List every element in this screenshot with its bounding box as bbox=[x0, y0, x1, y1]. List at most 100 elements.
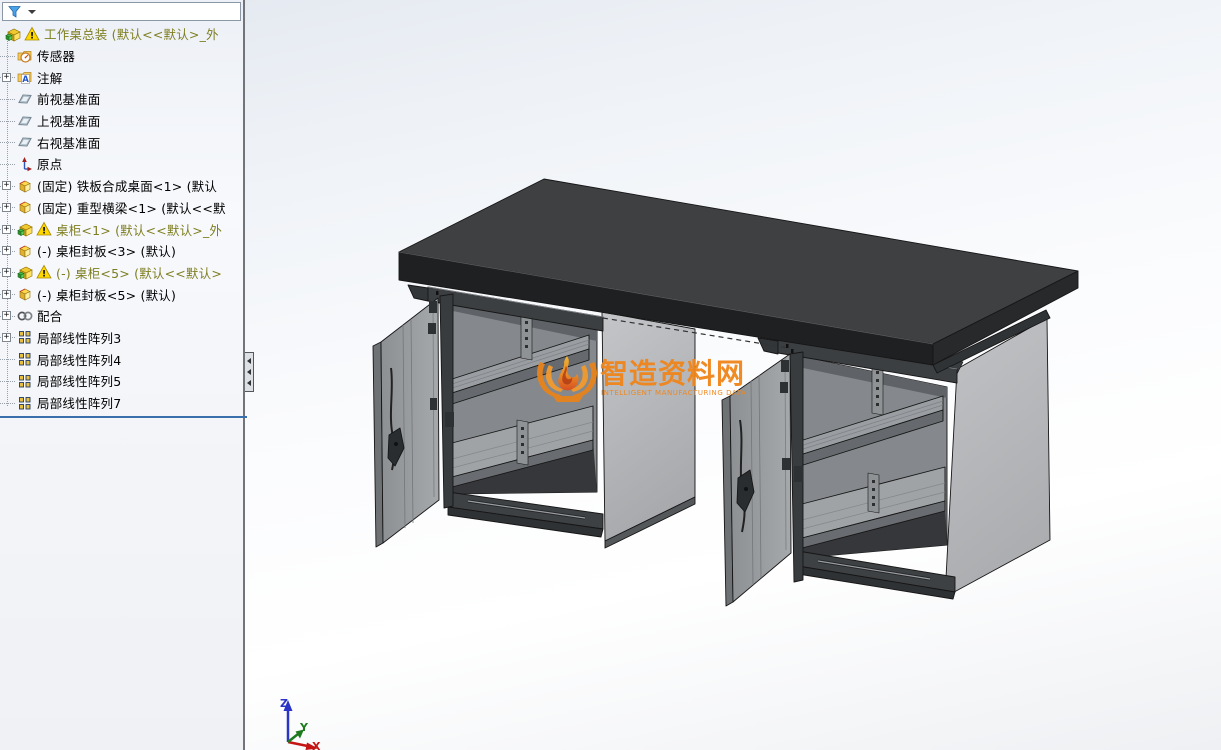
left-door-hinge-low bbox=[430, 398, 437, 410]
plane-icon bbox=[17, 134, 33, 150]
svg-text:!: ! bbox=[30, 31, 34, 41]
tree-item[interactable]: 局部线性阵列4 bbox=[0, 348, 243, 370]
tree-item[interactable]: 局部线性阵列5 bbox=[0, 370, 243, 392]
filter-funnel-icon bbox=[8, 5, 21, 18]
plane-icon bbox=[17, 113, 33, 129]
pattern-icon bbox=[17, 351, 33, 367]
tree-indent bbox=[2, 159, 11, 168]
origin-icon bbox=[17, 156, 33, 172]
tree-item-label: 配合 bbox=[37, 306, 62, 325]
tree-item-label: 前视基准面 bbox=[37, 89, 101, 108]
tree-indent bbox=[2, 116, 11, 125]
tree-item[interactable]: + (-) 桌柜封板<5> (默认) bbox=[0, 283, 243, 305]
tree-item[interactable]: + 局部线性阵列3 bbox=[0, 327, 243, 349]
left-door-hinge-mid bbox=[428, 323, 436, 334]
pattern-icon bbox=[17, 373, 33, 389]
collapse-arrow-icon bbox=[247, 358, 251, 364]
pattern-icon bbox=[17, 395, 33, 411]
tree-item[interactable]: + (固定) 铁板合成桌面<1> (默认 bbox=[0, 175, 243, 197]
tree-item-label: (固定) 铁板合成桌面<1> (默认 bbox=[37, 176, 217, 195]
expander-icon[interactable]: + bbox=[2, 268, 11, 277]
warning-icon: ! bbox=[36, 264, 52, 280]
tree-item-label: 工作桌总装 (默认<<默认>_外 bbox=[44, 24, 219, 43]
assembly-icon bbox=[5, 26, 21, 42]
tree-item-label: 传感器 bbox=[37, 46, 75, 65]
x-axis-label: X bbox=[312, 740, 321, 750]
plane-icon bbox=[17, 91, 33, 107]
expander-icon[interactable]: + bbox=[2, 225, 11, 234]
assembly-icon bbox=[17, 221, 33, 237]
expander-icon[interactable]: + bbox=[2, 333, 11, 342]
tree-item[interactable]: + ! (-) 桌柜<5> (默认<<默认> bbox=[0, 262, 243, 284]
tree-item[interactable]: + A 注解 bbox=[0, 66, 243, 88]
warning-icon: ! bbox=[36, 221, 52, 237]
warning-icon: ! bbox=[24, 26, 40, 42]
tree-item[interactable]: 局部线性阵列7 bbox=[0, 392, 243, 414]
tree-indent bbox=[2, 94, 11, 103]
tree-item-label: 局部线性阵列7 bbox=[37, 393, 121, 412]
tree-item-label: 桌柜<1> (默认<<默认>_外 bbox=[56, 220, 222, 239]
tree-indent bbox=[2, 376, 11, 385]
tree-item-label: 注解 bbox=[37, 68, 62, 87]
feature-manager-panel: ! 工作桌总装 (默认<<默认>_外 传感器 + A 注解 前视基准面 上视基准面 右… bbox=[0, 0, 243, 750]
tree-item[interactable]: + (固定) 重型横梁<1> (默认<<默 bbox=[0, 197, 243, 219]
tree-item[interactable]: 前视基准面 bbox=[0, 88, 243, 110]
tree-indent bbox=[2, 398, 11, 407]
y-axis-label: Y bbox=[299, 721, 309, 734]
tree-item[interactable]: + 配合 bbox=[0, 305, 243, 327]
watermark-subtitle: INTELLIGENT MANUFACTURING DATA bbox=[601, 389, 746, 397]
tree-indent bbox=[2, 355, 11, 364]
left-rail-bracket bbox=[408, 285, 428, 301]
feature-tree: ! 工作桌总装 (默认<<默认>_外 传感器 + A 注解 前视基准面 上视基准面 右… bbox=[0, 23, 243, 413]
sensors-icon bbox=[17, 48, 33, 64]
tree-item-label: (-) 桌柜封板<3> (默认) bbox=[37, 241, 176, 260]
tree-item[interactable]: ! 工作桌总装 (默认<<默认>_外 bbox=[0, 23, 243, 45]
left-cabinet-door[interactable] bbox=[373, 298, 439, 547]
watermark-title: 智造资料网 bbox=[600, 357, 745, 390]
left-door-hinge-top bbox=[429, 301, 437, 313]
expander-icon[interactable]: + bbox=[2, 73, 11, 82]
tree-item[interactable]: 上视基准面 bbox=[0, 110, 243, 132]
left-door-catch bbox=[445, 412, 454, 427]
left-door-keyhole bbox=[394, 442, 398, 446]
collapse-arrow-icon bbox=[247, 369, 251, 375]
pattern-icon bbox=[17, 329, 33, 345]
right-door-hinge-top bbox=[781, 360, 789, 372]
expander-icon[interactable]: + bbox=[2, 203, 11, 212]
tree-bottom-divider bbox=[0, 416, 247, 418]
expander-icon[interactable]: + bbox=[2, 181, 11, 190]
tree-item[interactable]: 右视基准面 bbox=[0, 131, 243, 153]
right-door-keyhole bbox=[744, 487, 748, 491]
svg-text:!: ! bbox=[42, 227, 46, 237]
expander-icon[interactable]: + bbox=[2, 311, 11, 320]
right-door-hinge-low bbox=[782, 458, 790, 470]
right-door-hinge-mid bbox=[780, 382, 788, 393]
right-door-catch bbox=[794, 466, 803, 482]
left-cabinet-post bbox=[440, 294, 453, 508]
svg-text:A: A bbox=[22, 75, 29, 85]
annotations-icon: A bbox=[17, 69, 33, 85]
expander-icon[interactable]: + bbox=[2, 290, 11, 299]
svg-text:!: ! bbox=[42, 270, 46, 280]
tree-item[interactable]: + (-) 桌柜封板<3> (默认) bbox=[0, 240, 243, 262]
right-cabinet[interactable] bbox=[722, 318, 1050, 606]
part-icon bbox=[17, 178, 33, 194]
tree-item-label: 局部线性阵列3 bbox=[37, 328, 121, 347]
tree-item-label: 原点 bbox=[37, 154, 62, 173]
assembly-icon bbox=[17, 264, 33, 280]
filter-bar[interactable] bbox=[2, 2, 241, 21]
filter-dropdown-caret[interactable] bbox=[28, 10, 36, 14]
tree-item[interactable]: 传感器 bbox=[0, 45, 243, 67]
left-cabinet[interactable] bbox=[373, 285, 695, 548]
part-icon bbox=[17, 286, 33, 302]
tree-item-label: (-) 桌柜<5> (默认<<默认> bbox=[56, 263, 222, 282]
tree-item-label: 局部线性阵列5 bbox=[37, 371, 121, 390]
panel-splitter[interactable] bbox=[245, 352, 254, 392]
tree-item[interactable]: 原点 bbox=[0, 153, 243, 175]
expander-icon[interactable]: + bbox=[2, 246, 11, 255]
tree-item[interactable]: + ! 桌柜<1> (默认<<默认>_外 bbox=[0, 218, 243, 240]
z-axis-label: Z bbox=[280, 697, 288, 710]
tree-indent bbox=[2, 51, 11, 60]
left-door-face bbox=[381, 298, 439, 543]
tree-item-label: 右视基准面 bbox=[37, 133, 101, 152]
